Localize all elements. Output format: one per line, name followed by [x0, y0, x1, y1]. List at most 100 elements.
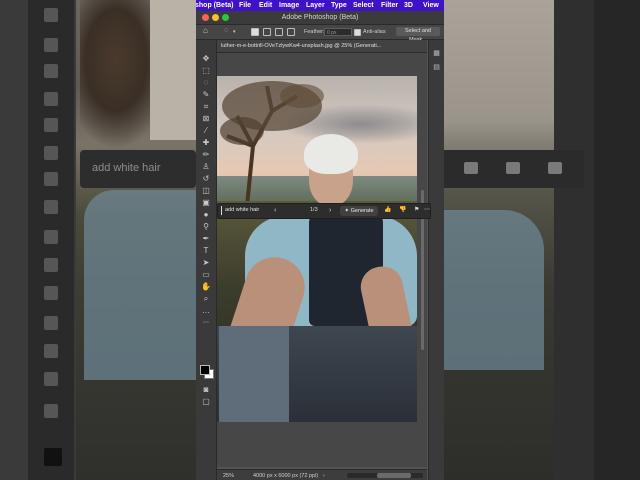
previous-variation-icon[interactable]: ‹ [274, 206, 276, 215]
comments-icon[interactable]: ▤ [432, 64, 441, 72]
gradient-tool-icon[interactable]: ▣ [201, 198, 211, 208]
next-variation-icon[interactable]: › [329, 206, 331, 215]
document-dimensions: 4000 px x 6000 px (72 ppi) [253, 473, 319, 479]
blurred-background-right [444, 0, 640, 480]
lasso-tool-icon[interactable]: ◌ [201, 78, 211, 88]
crop-tool-icon[interactable]: ⌗ [201, 102, 211, 112]
tools-panel: ✥ ⬚ ◌ ✎ ⌗ ⊠ ⁄ ✚ ✏ ♙ ↺ ◫ ▣ ● ⚲ ✒ T ➤ ▭ ✋ … [196, 40, 217, 480]
blurred-tool-icon [44, 286, 58, 300]
contextual-task-bar: add white hair ‹ 1/3 › ✦ Generate 👍 👎 ⚑ … [217, 203, 431, 219]
zoom-tool-icon[interactable]: ⌕ [201, 294, 211, 304]
new-selection-icon[interactable] [251, 28, 259, 36]
home-icon[interactable]: ⌂ [203, 27, 208, 35]
blur-tool-icon[interactable]: ● [201, 210, 211, 220]
menu-bar: shop (Beta) File Edit Image Layer Type S… [196, 0, 444, 11]
dodge-tool-icon[interactable]: ⚲ [201, 222, 211, 232]
menu-edit[interactable]: Edit [259, 1, 272, 10]
menu-view[interactable]: View [423, 1, 439, 10]
window-title: Adobe Photoshop (Beta) [281, 14, 359, 21]
type-tool-icon[interactable]: T [201, 246, 211, 256]
blurred-tool-icon [44, 38, 58, 52]
menu-image[interactable]: Image [279, 1, 299, 10]
menu-layer[interactable]: Layer [306, 1, 325, 10]
lasso-tool-icon[interactable]: ◌ [224, 27, 228, 35]
clone-stamp-tool-icon[interactable]: ♙ [201, 162, 211, 172]
blurred-tool-icon [44, 64, 58, 78]
generate-label: Generate [350, 208, 374, 214]
anti-alias-label: Anti-alias [363, 29, 386, 35]
blurred-thumbs-up-icon [464, 162, 478, 174]
zoom-level[interactable]: 25% [223, 472, 234, 480]
select-and-mask-button[interactable]: Select and Mask... [396, 27, 440, 43]
thumbs-up-icon[interactable]: 👍 [384, 206, 391, 215]
thumbs-down-icon[interactable]: 👎 [399, 206, 406, 215]
path-selection-tool-icon[interactable]: ➤ [201, 258, 211, 268]
blurred-tool-icon [44, 172, 58, 186]
feather-label: Feather: [304, 29, 325, 35]
chevron-down-icon[interactable]: ▾ [233, 28, 236, 36]
quick-select-tool-icon[interactable]: ✎ [201, 90, 211, 100]
blurred-shirt-right [444, 210, 544, 370]
blurred-tool-icon [44, 230, 58, 244]
blurred-prompt-text: add white hair [92, 162, 161, 174]
menu-type[interactable]: Type [331, 1, 347, 10]
marquee-tool-icon[interactable]: ⬚ [201, 66, 211, 76]
blurred-tool-icon [44, 118, 58, 132]
menu-3d[interactable]: 3D [404, 1, 413, 10]
options-bar: ⌂ ◌ ▾ Feather: 0 px Anti-alias Select an… [196, 25, 444, 43]
horizontal-scroll-thumb[interactable] [377, 473, 411, 478]
title-bar: Adobe Photoshop (Beta) [196, 11, 444, 25]
feather-input[interactable]: 0 px [324, 28, 352, 36]
history-brush-tool-icon[interactable]: ↺ [201, 174, 211, 184]
status-bar: 25% 4000 px x 6000 px (72 ppi) › [217, 469, 427, 480]
horizontal-scrollbar[interactable] [347, 473, 423, 478]
menu-filter[interactable]: Filter [381, 1, 398, 10]
blurred-tool-icon [44, 344, 58, 358]
quick-mask-icon[interactable]: ◙ [201, 385, 211, 395]
right-panel-dock: ▦ ▤ [428, 40, 444, 480]
pen-tool-icon[interactable]: ✒ [201, 234, 211, 244]
panel-toggle-icon[interactable]: ▦ [432, 50, 441, 58]
blurred-context-bar [444, 150, 584, 188]
frame-tool-icon[interactable]: ⊠ [201, 114, 211, 124]
intersect-selection-icon[interactable] [287, 28, 295, 36]
blurred-flag-icon [548, 162, 562, 174]
menu-app-name[interactable]: shop (Beta) [196, 1, 234, 10]
blurred-shirt [84, 190, 196, 380]
rectangle-tool-icon[interactable]: ▭ [201, 270, 211, 280]
blurred-tool-icon [44, 316, 58, 330]
subtract-selection-icon[interactable] [275, 28, 283, 36]
blurred-tool-icon [44, 146, 58, 160]
photo-plaid-leg [219, 326, 289, 422]
blurred-sky [150, 0, 196, 140]
healing-brush-tool-icon[interactable]: ✚ [201, 138, 211, 148]
menu-file[interactable]: File [239, 1, 251, 10]
more-options-icon[interactable]: ⋯ [424, 206, 430, 215]
screen-mode-icon[interactable]: ▢ [201, 397, 211, 407]
brush-tool-icon[interactable]: ✏ [201, 150, 211, 160]
more-tools-icon[interactable]: … [201, 306, 211, 316]
eraser-tool-icon[interactable]: ◫ [201, 186, 211, 196]
status-expand-icon[interactable]: › [323, 472, 325, 480]
document-photo[interactable] [217, 76, 417, 422]
generate-button[interactable]: ✦ Generate [340, 206, 378, 216]
move-tool-icon[interactable]: ✥ [201, 54, 211, 64]
blurred-right-panel [594, 0, 640, 480]
menu-select[interactable]: Select [353, 1, 374, 10]
flag-icon[interactable]: ⚑ [414, 206, 419, 215]
blurred-tool-icon [44, 404, 58, 418]
photoshop-window: shop (Beta) File Edit Image Layer Type S… [196, 0, 444, 480]
anti-alias-checkbox[interactable] [354, 29, 361, 36]
variation-counter: 1/3 [310, 207, 318, 213]
generative-prompt-input[interactable]: add white hair [221, 206, 269, 215]
hand-tool-icon[interactable]: ✋ [201, 282, 211, 292]
photo-white-hair [304, 134, 358, 174]
blurred-tool-icon [44, 372, 58, 386]
foreground-color-swatch[interactable] [200, 365, 210, 375]
document-tab[interactable]: luther-m-e-bottrill-OVeTzlywKw4-unsplash… [217, 40, 427, 53]
eyedropper-tool-icon[interactable]: ⁄ [201, 126, 211, 136]
edit-toolbar-icon[interactable]: ⋯ [201, 318, 211, 328]
blurred-prompt-bar: add white hair [80, 150, 196, 188]
blurred-color-swatch [44, 448, 62, 466]
add-selection-icon[interactable] [263, 28, 271, 36]
